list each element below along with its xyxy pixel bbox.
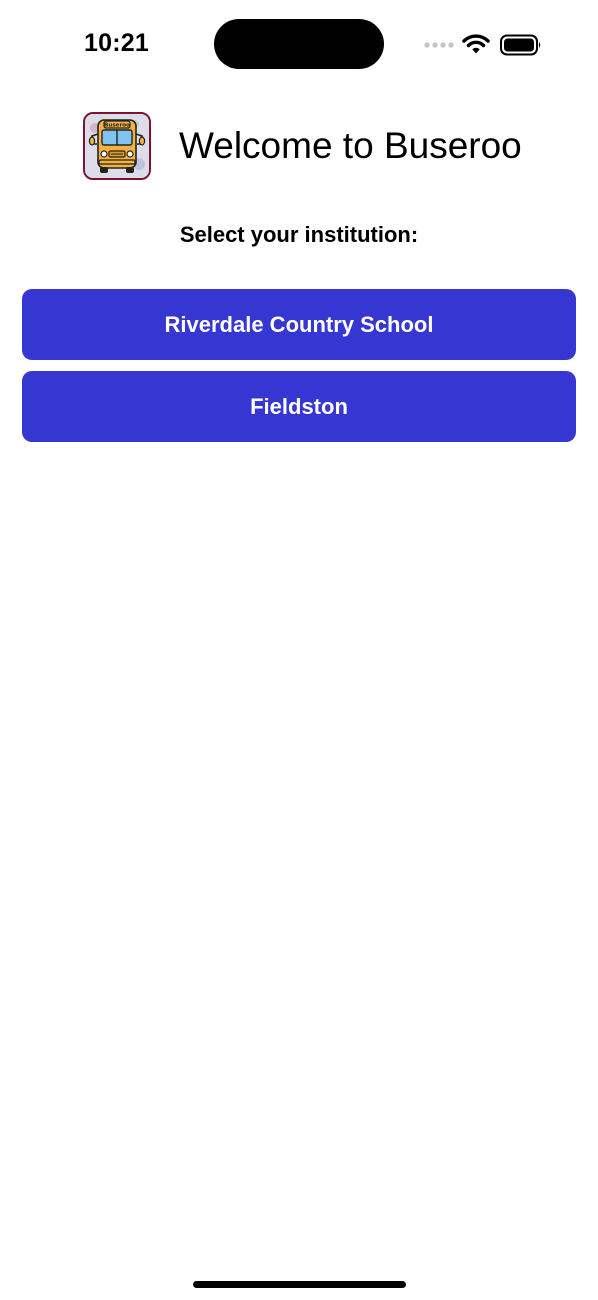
cellular-signal-icon: [424, 42, 454, 48]
status-time: 10:21: [84, 29, 149, 57]
institution-button-fieldston[interactable]: Fieldston: [22, 371, 576, 442]
dynamic-island: [214, 19, 384, 69]
institution-list: Riverdale Country School Fieldston: [22, 289, 576, 453]
wifi-icon: [462, 34, 490, 54]
app-logo: Buseroo: [83, 112, 151, 180]
home-indicator[interactable]: [193, 1281, 406, 1288]
institution-prompt: Select your institution:: [179, 222, 419, 247]
battery-full-icon: [500, 34, 541, 56]
status-icons: [424, 33, 548, 57]
app-screen: 10:21 Buseroo Welcome to Buseroo Select …: [0, 0, 598, 1300]
page-title: Welcome to Buseroo: [179, 125, 522, 166]
logo-text: Buseroo: [104, 123, 130, 129]
school-bus-logo-icon: Buseroo: [85, 114, 149, 178]
institution-button-riverdale-country-school[interactable]: Riverdale Country School: [22, 289, 576, 360]
